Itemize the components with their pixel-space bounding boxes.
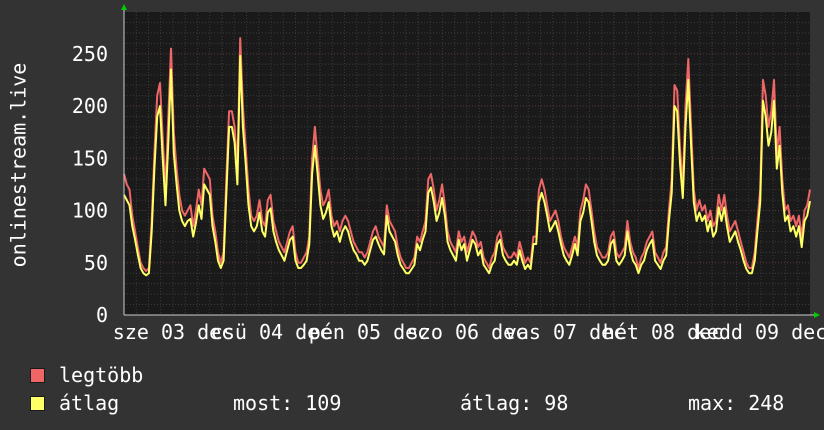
y-tick-label: 250 xyxy=(72,42,108,66)
legend-label-legtobb: legtöbb xyxy=(59,363,144,387)
y-tick-label: 100 xyxy=(72,199,108,223)
legend-item-atlag: átlag xyxy=(30,391,119,415)
atlag-swatch xyxy=(30,395,45,411)
y-tick-label: 50 xyxy=(84,251,108,275)
x-tick-label: kedd 09 dec xyxy=(695,320,824,344)
y-tick-label: 0 xyxy=(96,303,108,327)
chart: 050100150200250sze 03 deccsü 04 decpén 0… xyxy=(0,0,824,360)
legend-label-atlag: átlag xyxy=(59,391,120,415)
stat-max: max: 248 xyxy=(688,391,785,415)
y-tick-label: 200 xyxy=(72,94,108,118)
stat-avg: átlag: 98 xyxy=(460,391,569,415)
y-axis-label: onlinestream.live xyxy=(7,63,31,268)
stat-now: most: 109 xyxy=(233,391,342,415)
y-tick-label: 150 xyxy=(72,146,108,170)
legtobb-swatch xyxy=(30,367,45,383)
legend-item-legtobb: legtöbb xyxy=(30,363,143,387)
